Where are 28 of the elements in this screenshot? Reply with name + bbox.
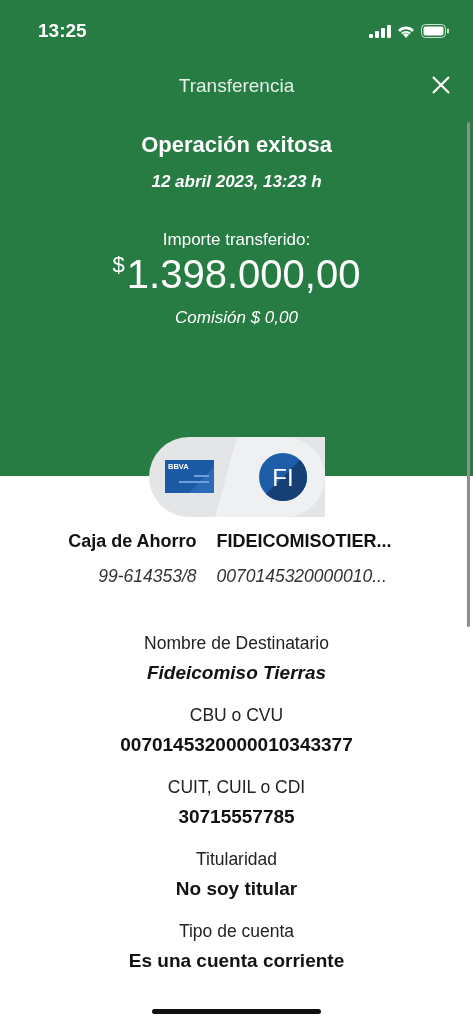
detail-value: Es una cuenta corriente [128,950,345,972]
currency-sign: $ [112,252,125,278]
origin-account-name: Caja de Ahorro [68,531,197,552]
detail-value: No soy titular [175,878,298,900]
status-time: 13:25 [38,20,87,42]
detail-label: Tipo de cuenta [178,921,295,942]
operation-date: 12 abril 2023, 13:23 h [151,172,322,192]
detail-label: Titularidad [195,849,278,870]
detail-label: CBU o CVU [189,705,284,726]
scrollbar[interactable] [467,122,470,627]
fee-text: Comisión $ 0,00 [175,308,298,328]
amount-value: 1.398.000,00 [126,252,361,296]
origin-account-number: 99-614353/8 [98,566,197,587]
detail-label: Nombre de Destinatario [144,633,329,654]
signal-icon [369,24,391,38]
battery-icon [421,24,449,38]
detail-value: Fideicomiso Tierras [146,662,327,684]
destination-account-number: 0070145320000010... [216,566,387,587]
close-button[interactable] [432,76,450,94]
detail-value: 30715557785 [178,806,295,828]
amount-label: Importe transferido: [162,230,311,250]
detail-value: 0070145320000010343377 [120,734,353,756]
screen-title: Transferencia [178,75,295,97]
success-title: Operación exitosa [141,132,332,159]
close-icon [432,76,450,94]
wifi-icon [397,24,415,38]
detail-label: CUIT, CUIL o CDI [167,777,306,798]
destination-account-name: FIDEICOMISOTIER... [216,531,392,552]
